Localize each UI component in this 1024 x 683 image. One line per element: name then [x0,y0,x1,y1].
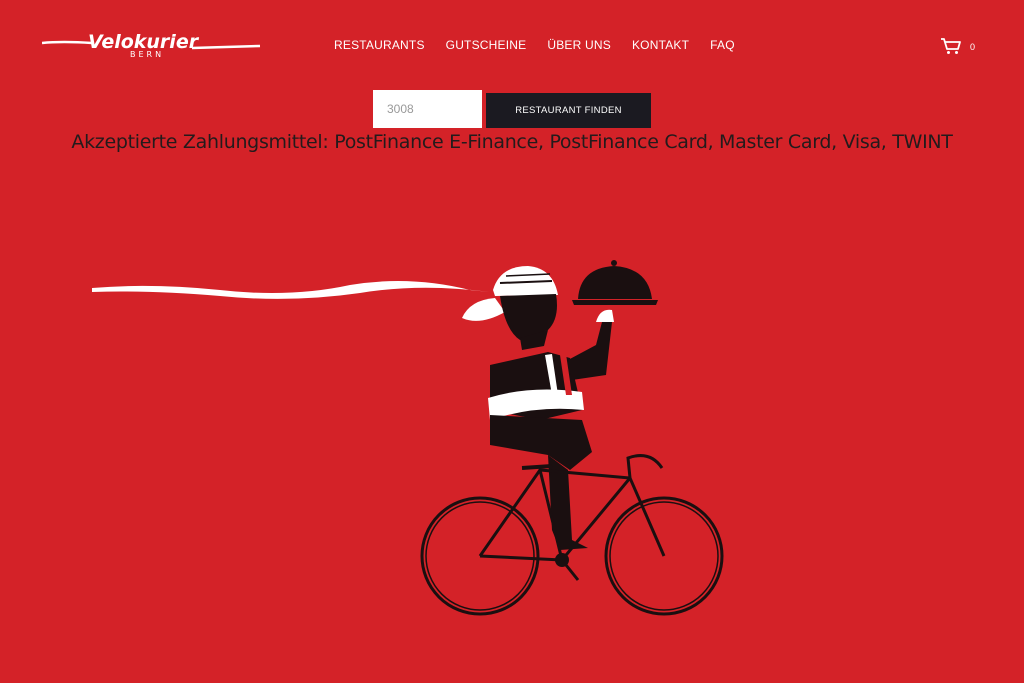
cart-count: 0 [970,42,976,52]
logo-subtitle: BERN [130,50,165,59]
cart-icon [941,38,961,54]
nav-restaurants[interactable]: RESTAURANTS [334,38,425,52]
restaurant-finden-button[interactable]: RESTAURANT FINDEN [486,93,651,128]
main-nav: RESTAURANTS GUTSCHEINE ÜBER UNS KONTAKT … [334,38,756,52]
zip-input[interactable] [373,90,482,128]
logo[interactable]: Velokurier BERN [42,30,262,62]
cart-button[interactable]: 0 [940,37,980,55]
payment-methods-text: Akzeptierte Zahlungsmittel: PostFinance … [71,131,953,153]
nav-kontakt[interactable]: KONTAKT [632,38,689,52]
nav-ueber-uns[interactable]: ÜBER UNS [547,38,611,52]
nav-gutscheine[interactable]: GUTSCHEINE [446,38,527,52]
cyclist-illustration [92,260,724,616]
nav-faq[interactable]: FAQ [710,38,735,52]
